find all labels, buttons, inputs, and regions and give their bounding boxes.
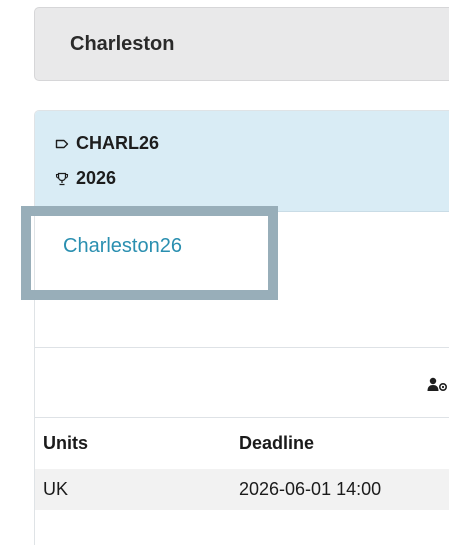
competition-card: CHARL26 2026 Charleston26 Units Deadline… bbox=[34, 110, 449, 545]
column-header-deadline: Deadline bbox=[239, 433, 315, 453]
competition-year: 2026 bbox=[76, 168, 117, 188]
units-table: Units Deadline UK 2026-06-01 14:00 bbox=[35, 418, 449, 510]
code-line: CHARL26 bbox=[55, 133, 159, 154]
info-strip: CHARL26 2026 bbox=[35, 111, 449, 212]
table-header-row: Units Deadline bbox=[35, 418, 449, 469]
competition-link[interactable]: Charleston26 bbox=[63, 235, 182, 258]
year-line: 2026 bbox=[55, 168, 116, 189]
divider bbox=[35, 347, 449, 348]
competition-code: CHARL26 bbox=[76, 133, 160, 153]
page: Charleston CHARL26 2026 Charleston26 Uni… bbox=[0, 0, 449, 545]
user-settings-icon[interactable] bbox=[427, 376, 449, 392]
header-card: Charleston bbox=[34, 7, 449, 81]
deadline-cell: 2026-06-01 14:00 bbox=[239, 479, 382, 499]
units-cell: UK bbox=[43, 479, 69, 499]
trophy-icon bbox=[55, 172, 69, 185]
page-title: Charleston bbox=[70, 33, 175, 55]
tag-icon bbox=[55, 139, 69, 148]
table-row: UK 2026-06-01 14:00 bbox=[35, 469, 449, 510]
column-header-units: Units bbox=[43, 433, 88, 453]
